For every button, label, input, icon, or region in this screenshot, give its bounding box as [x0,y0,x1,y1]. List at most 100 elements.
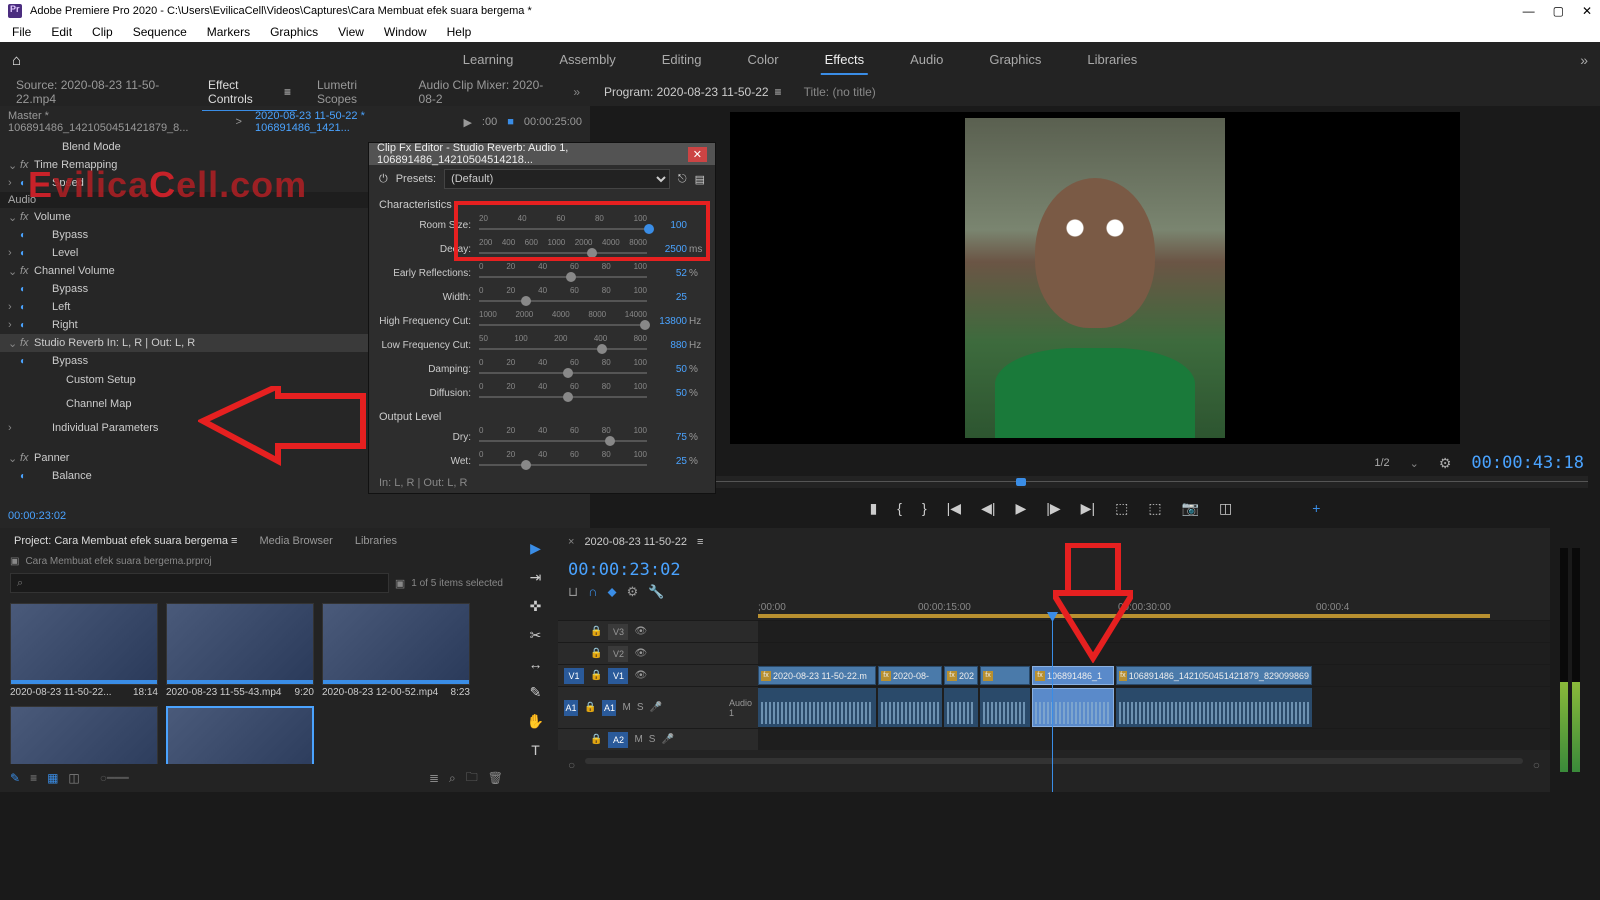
out-icon[interactable]: } [922,500,927,516]
slider-track[interactable]: 020406080100 [479,360,647,378]
settings-icon[interactable]: ⚙ [627,584,639,600]
close-icon[interactable]: ✕ [1582,4,1592,18]
ws-editing[interactable]: Editing [658,46,706,75]
export-frame-icon[interactable]: 📷 [1182,500,1199,517]
track-select-icon[interactable]: ⇥ [530,569,542,586]
linked-sel-icon[interactable]: ∩ [588,584,597,600]
ws-libraries[interactable]: Libraries [1083,46,1141,75]
slider-track[interactable]: 100020004000800014000 [479,312,647,330]
extract-icon[interactable]: ⬚ [1148,500,1161,517]
menu-markers[interactable]: Markers [207,25,250,39]
timeline-ruler[interactable]: ;00:00 00:00:15:00 00:00:30:00 00:00:4 [758,600,1550,620]
maximize-icon[interactable]: ▢ [1553,4,1564,18]
menu-view[interactable]: View [338,25,364,39]
slider-value[interactable]: 25 [647,456,687,467]
src-v1[interactable]: V1 [564,668,584,684]
slider-value[interactable]: 50 [647,388,687,399]
hand-tool-icon[interactable]: ✋ [527,713,544,730]
preset-menu-icon[interactable]: ▤ [695,173,705,186]
timeline-clip[interactable]: fx106891486_1421050451421879_829099869 [1116,666,1312,685]
wrench-icon[interactable]: 🔧 [648,584,664,600]
src-a1[interactable]: A1 [564,700,578,716]
find-icon[interactable]: ⌕ [449,771,456,786]
sort-icon[interactable]: ≣ [429,771,439,785]
tab-effect-controls[interactable]: Effect Controls ≡ [202,74,297,111]
timeline-clip[interactable]: fx202 [944,666,978,685]
program-scale[interactable]: 1/2 [1374,457,1389,469]
delete-icon[interactable]: 🗑 [488,771,503,785]
step-back-icon[interactable]: ◀| [981,500,995,517]
program-ruler[interactable] [602,476,1588,488]
tab-libraries[interactable]: Libraries [351,532,401,550]
overflow-icon[interactable]: » [573,85,580,99]
slider-track[interactable]: 020406080100 [479,288,647,306]
menu-sequence[interactable]: Sequence [133,25,187,39]
slider-value[interactable]: 50 [647,364,687,375]
audio-clip[interactable] [1116,688,1312,727]
solo-icon[interactable]: S [637,702,644,713]
goto-out-icon[interactable]: ▶| [1081,500,1095,517]
audio-clip[interactable] [1032,688,1114,727]
add-button[interactable]: + [1312,500,1320,516]
ws-graphics[interactable]: Graphics [985,46,1045,75]
tab-program[interactable]: Program: 2020-08-23 11-50-22 ≡ [600,81,786,103]
audio-clip[interactable] [944,688,978,727]
ws-assembly[interactable]: Assembly [555,46,619,75]
list-view-icon[interactable]: ≡ [30,771,37,785]
home-icon[interactable]: ⌂ [12,52,21,69]
ws-learning[interactable]: Learning [459,46,518,75]
menu-file[interactable]: File [12,25,31,39]
ripple-edit-icon[interactable]: ✜ [530,598,542,615]
slider-value[interactable]: 75 [647,432,687,443]
timeline-clip[interactable]: fx2020-08- [878,666,942,685]
menu-window[interactable]: Window [384,25,427,39]
razor-tool-icon[interactable]: ✂ [530,627,542,644]
lift-icon[interactable]: ⬚ [1115,500,1128,517]
tab-source[interactable]: Source: 2020-08-23 11-50-22.mp4 [10,74,188,110]
track-a2[interactable]: A2 [608,732,628,748]
master-link[interactable]: 2020-08-23 11-50-22 * 106891486_1421... [255,110,453,134]
track-v1[interactable]: V1 [608,668,628,684]
slider-track[interactable]: 020406080100 [479,428,647,446]
new-item-icon[interactable]: ✎ [10,771,20,785]
power-icon[interactable]: ⏻ [379,173,388,186]
bin-thumb[interactable] [10,706,158,764]
pen-tool-icon[interactable]: ✎ [530,684,542,701]
in-icon[interactable]: { [897,500,902,516]
bin-thumb[interactable] [166,706,314,764]
ws-effects[interactable]: Effects [821,46,869,75]
play-icon[interactable]: ▶ [1015,500,1026,517]
slider-value[interactable]: 52 [647,268,687,279]
icon-view-icon[interactable]: ▦ [47,771,58,785]
tab-mixer[interactable]: Audio Clip Mixer: 2020-08-2 [413,74,560,110]
tab-media-browser[interactable]: Media Browser [255,532,336,550]
sequence-name[interactable]: 2020-08-23 11-50-22 [584,536,687,548]
mute-icon[interactable]: M [622,702,630,713]
audio-clip[interactable] [980,688,1030,727]
step-fwd-icon[interactable]: |▶ [1046,500,1060,517]
selection-tool-icon[interactable]: ▶ [530,540,541,557]
freeform-icon[interactable]: ◫ [68,771,79,785]
goto-in-icon[interactable]: |◀ [947,500,961,517]
bin-thumb[interactable] [166,603,314,685]
menu-clip[interactable]: Clip [92,25,113,39]
track-v2[interactable]: V2 [608,646,628,662]
menu-graphics[interactable]: Graphics [270,25,318,39]
overflow-icon[interactable]: » [1580,52,1588,68]
timeline-clip[interactable]: fx [980,666,1030,685]
fx-close-icon[interactable]: ✕ [688,147,707,162]
slip-tool-icon[interactable]: ↔ [529,656,543,672]
bin-thumb[interactable] [322,603,470,685]
slider-value[interactable]: 13800 [647,316,687,327]
slider-track[interactable]: 020406080100 [479,264,647,282]
comparison-icon[interactable]: ◫ [1219,500,1232,517]
tab-project[interactable]: Project: Cara Membuat efek suara bergema… [10,532,241,550]
lock-icon[interactable]: 🔒 [590,626,602,637]
tab-lumetri[interactable]: Lumetri Scopes [311,74,399,110]
type-tool-icon[interactable]: T [531,742,540,758]
timeline-clip[interactable]: fx2020-08-23 11-50-22.m [758,666,876,685]
slider-value[interactable]: 880 [647,340,687,351]
marker-icon[interactable]: ▮ [870,500,878,517]
slider-value[interactable]: 25 [647,292,687,303]
audio-clip[interactable] [758,688,876,727]
